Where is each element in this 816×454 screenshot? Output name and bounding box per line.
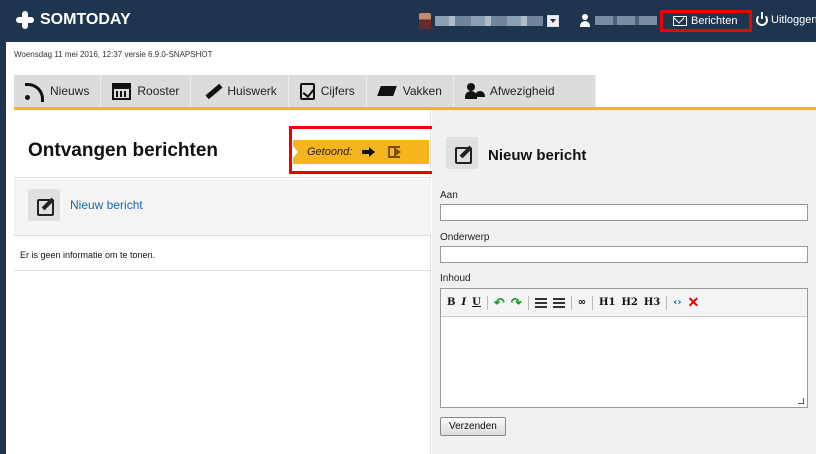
inbox-title: Ontvangen berichten — [28, 140, 219, 161]
app-logo[interactable]: SOMTODAY — [16, 11, 131, 29]
edit-icon — [446, 137, 478, 169]
tab-cijfers[interactable]: Cijfers — [288, 75, 367, 107]
to-input[interactable] — [440, 204, 808, 221]
body-editor[interactable]: B I U ↶ ↷ ∞ H1 H2 H3 ‹› ✕ — [440, 288, 808, 408]
highlight-box — [289, 126, 437, 174]
redo-icon[interactable]: ↷ — [511, 295, 522, 311]
source-code-icon[interactable]: ‹› — [673, 297, 681, 308]
tab-label: Vakken — [402, 84, 442, 98]
calendar-icon — [112, 82, 132, 100]
bold-button[interactable]: B — [447, 297, 455, 308]
unordered-list-icon[interactable] — [552, 297, 565, 308]
top-bar: SOMTODAY Berichten Uitloggen — [0, 0, 816, 42]
tab-label: Huiswerk — [227, 84, 277, 98]
rss-icon — [25, 82, 44, 102]
main-tabs: Nieuws Rooster Huiswerk Cijfers Vakken A… — [14, 75, 596, 107]
resize-handle-icon[interactable] — [798, 398, 804, 404]
tab-nieuws[interactable]: Nieuws — [14, 75, 102, 107]
underline-button[interactable]: U — [472, 297, 481, 308]
heading-1-button[interactable]: H1 — [599, 297, 615, 308]
empty-row: Er is geen informatie om te tonen. — [14, 236, 431, 271]
logout-label: Uitloggen — [771, 14, 816, 26]
tab-rooster[interactable]: Rooster — [101, 75, 192, 107]
envelope-icon — [673, 16, 687, 26]
user-menu[interactable] — [580, 14, 657, 27]
ordered-list-icon[interactable] — [534, 297, 547, 308]
compose-title: Nieuw bericht — [488, 147, 587, 164]
tab-label: Afwezigheid — [489, 84, 555, 98]
new-message-row[interactable]: Nieuw bericht — [14, 179, 431, 236]
body-label: Inhoud — [440, 273, 471, 284]
logout-button[interactable]: Uitloggen — [756, 12, 816, 26]
books-icon — [378, 83, 397, 100]
undo-icon[interactable]: ↶ — [494, 295, 505, 311]
toolbar-divider — [666, 295, 668, 310]
tab-afwezigheid[interactable]: Afwezigheid — [453, 75, 596, 107]
toolbar-divider — [527, 295, 529, 310]
italic-button[interactable]: I — [461, 297, 466, 308]
to-label: Aan — [440, 190, 458, 201]
tab-label: Rooster — [137, 84, 180, 98]
compose-panel: Nieuw bericht Aan Onderwerp Inhoud B I U… — [432, 110, 816, 454]
account-name-redacted — [435, 16, 543, 26]
app-title: SOMTODAY — [40, 11, 131, 28]
absence-icon — [464, 82, 484, 100]
link-icon[interactable]: ∞ — [578, 297, 586, 308]
user-icon — [580, 14, 590, 27]
tab-label: Nieuws — [50, 84, 90, 98]
dropdown-arrow-icon[interactable] — [547, 15, 559, 27]
pencil-icon — [202, 83, 221, 100]
empty-text: Er is geen informatie om te tonen. — [20, 250, 156, 260]
heading-2-button[interactable]: H2 — [621, 297, 637, 308]
edit-icon — [28, 189, 60, 221]
status-line: Woensdag 11 mei 2016, 12:37 versie 6.9.0… — [14, 50, 213, 59]
cross-logo-icon — [16, 11, 34, 29]
checkbox-icon — [299, 82, 315, 100]
subject-input[interactable] — [440, 246, 808, 263]
new-message-link[interactable]: Nieuw bericht — [70, 198, 143, 212]
tab-label: Cijfers — [320, 84, 355, 98]
send-button[interactable]: Verzenden — [440, 417, 506, 436]
account-avatar — [419, 13, 431, 29]
user-name-redacted — [595, 16, 657, 25]
toolbar-divider — [486, 295, 488, 310]
clear-format-icon[interactable]: ✕ — [688, 294, 700, 311]
messages-label: Berichten — [691, 15, 738, 27]
heading-3-button[interactable]: H3 — [644, 297, 660, 308]
tab-huiswerk[interactable]: Huiswerk — [191, 75, 289, 107]
account-selector[interactable] — [419, 13, 559, 29]
toolbar-divider — [570, 295, 572, 310]
toolbar-divider — [592, 295, 594, 310]
editor-toolbar: B I U ↶ ↷ ∞ H1 H2 H3 ‹› ✕ — [441, 289, 807, 317]
tab-vakken[interactable]: Vakken — [366, 75, 454, 107]
left-rail — [0, 42, 6, 454]
subject-label: Onderwerp — [440, 232, 490, 243]
power-icon — [756, 12, 768, 26]
messages-button[interactable]: Berichten — [660, 10, 752, 32]
